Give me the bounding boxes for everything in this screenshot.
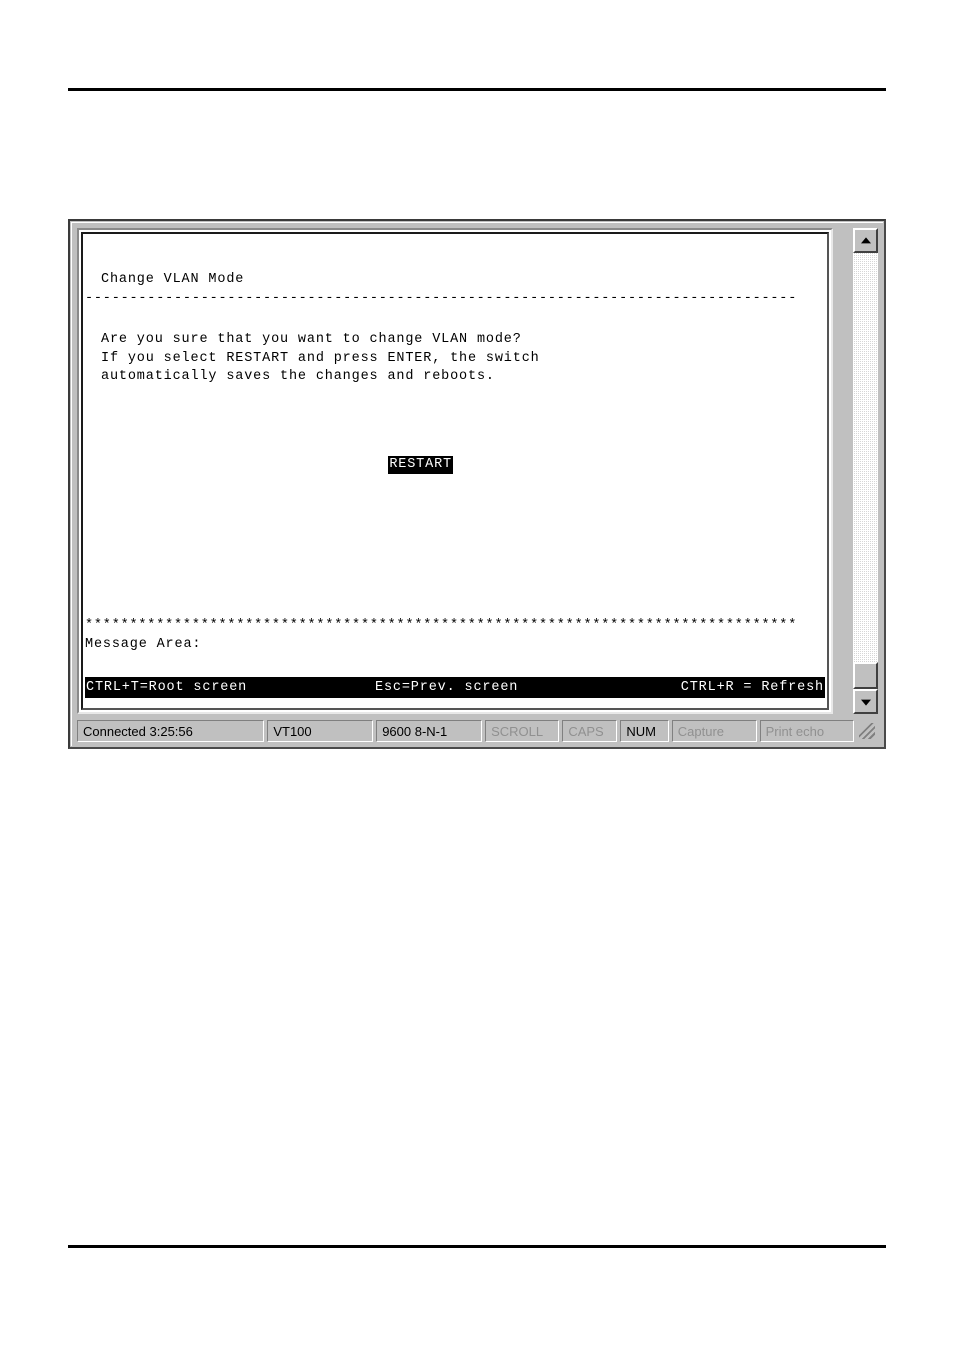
screen-title: Change VLAN Mode xyxy=(101,272,245,287)
message-area-separator: ****************************************… xyxy=(85,618,798,633)
triangle-down-icon xyxy=(860,699,871,706)
scrollbar-thumb[interactable] xyxy=(853,662,878,689)
status-print-echo: Print echo xyxy=(759,720,854,742)
terminal-screen-frame: Change VLAN Mode -----------------------… xyxy=(77,228,833,714)
title-separator-line: ----------------------------------------… xyxy=(85,291,798,306)
status-connected: Connected 3:25:56 xyxy=(77,720,265,742)
refresh-key[interactable]: CTRL+R = Refresh xyxy=(681,677,824,698)
hyperterminal-window: Change VLAN Mode -----------------------… xyxy=(68,219,886,749)
restart-action-row: RESTART xyxy=(263,437,453,493)
status-emulation: VT100 xyxy=(267,720,374,742)
restart-button[interactable]: RESTART xyxy=(388,455,453,474)
prompt-line-1: Are you sure that you want to change VLA… xyxy=(101,332,522,347)
prompt-line-2: If you select RESTART and press ENTER, t… xyxy=(101,350,540,366)
scrollbar-track[interactable] xyxy=(853,253,878,689)
page-footer-rule xyxy=(68,1245,886,1248)
status-line-settings: 9600 8-N-1 xyxy=(376,720,483,742)
status-caps-lock: CAPS xyxy=(562,720,618,742)
scroll-down-button[interactable] xyxy=(853,689,878,714)
page-header-rule xyxy=(68,88,886,91)
prev-screen-key[interactable]: Esc=Prev. screen xyxy=(375,677,518,698)
window-inner-frame: Change VLAN Mode -----------------------… xyxy=(71,222,883,746)
root-screen-key[interactable]: CTRL+T=Root screen xyxy=(86,677,247,698)
terminal-client-area: Change VLAN Mode -----------------------… xyxy=(77,228,878,714)
command-key-bar: CTRL+T=Root screen Esc=Prev. screen CTRL… xyxy=(85,677,825,698)
status-num-lock: NUM xyxy=(620,720,669,742)
scroll-up-button[interactable] xyxy=(853,228,878,253)
terminal-screen[interactable]: Change VLAN Mode -----------------------… xyxy=(81,232,829,710)
status-bar: Connected 3:25:56 VT100 9600 8-N-1 SCROL… xyxy=(77,720,878,742)
vertical-scrollbar[interactable] xyxy=(853,228,878,714)
prompt-line-3: automatically saves the changes and rebo… xyxy=(101,369,495,385)
terminal-text-surface: Change VLAN Mode -----------------------… xyxy=(83,234,827,708)
triangle-up-icon xyxy=(860,236,871,243)
resize-grip-icon[interactable] xyxy=(857,720,878,742)
status-capture: Capture xyxy=(671,720,757,742)
status-scroll-lock: SCROLL xyxy=(485,720,560,742)
message-area-label: Message Area: xyxy=(85,637,202,652)
